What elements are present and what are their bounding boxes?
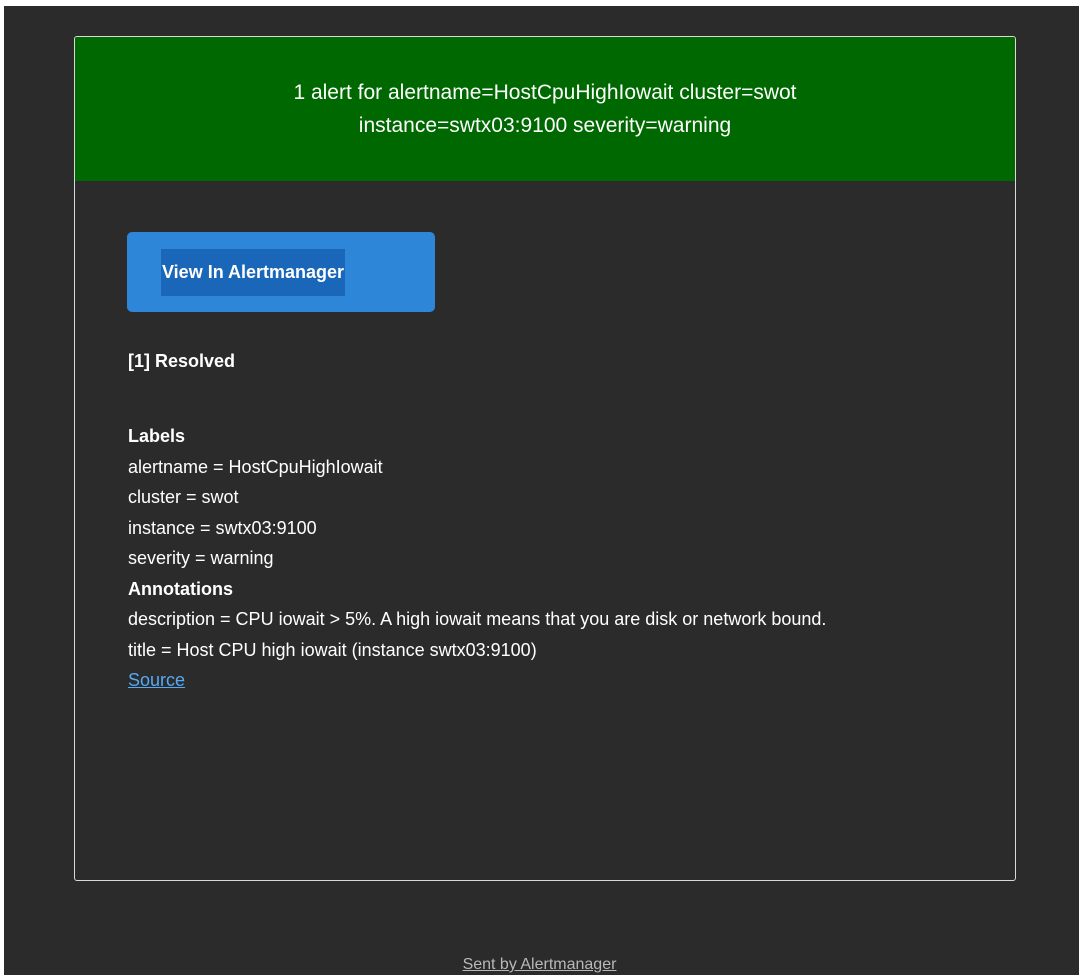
resolved-heading: [1] Resolved bbox=[128, 351, 236, 371]
annotations-title: Annotations bbox=[128, 578, 233, 599]
header-line-1: 1 alert for alertname=HostCpuHighIowait … bbox=[293, 81, 797, 104]
label-alertname: alertname = HostCpuHighIowait bbox=[128, 456, 383, 477]
alert-details: Labels alertname = HostCpuHighIowait clu… bbox=[128, 421, 968, 696]
annotation-description: description = CPU iowait > 5%. A high io… bbox=[128, 609, 827, 629]
source-link[interactable]: Source bbox=[128, 665, 185, 696]
sent-by-alertmanager-link[interactable]: Sent by Alertmanager bbox=[463, 956, 617, 973]
label-severity: severity = warning bbox=[128, 548, 274, 568]
view-in-alertmanager-button[interactable]: View In Alertmanager bbox=[127, 232, 435, 312]
label-instance: instance = swtx03:9100 bbox=[128, 517, 317, 538]
alert-card-header: 1 alert for alertname=HostCpuHighIowait … bbox=[75, 37, 1015, 181]
label-cluster: cluster = swot bbox=[128, 487, 239, 507]
footer: Sent by Alertmanager bbox=[0, 956, 1079, 974]
header-line-2: instance=swtx03:9100 severity=warning bbox=[358, 114, 732, 137]
alert-card-body: View In Alertmanager [1] Resolved Labels… bbox=[127, 232, 967, 690]
labels-title: Labels bbox=[128, 426, 186, 446]
alert-card: 1 alert for alertname=HostCpuHighIowait … bbox=[74, 36, 1016, 881]
email-canvas: 1 alert for alertname=HostCpuHighIowait … bbox=[0, 0, 1079, 975]
annotation-title: title = Host CPU high iowait (instance s… bbox=[128, 639, 537, 660]
view-in-alertmanager-label: View In Alertmanager bbox=[161, 249, 346, 296]
